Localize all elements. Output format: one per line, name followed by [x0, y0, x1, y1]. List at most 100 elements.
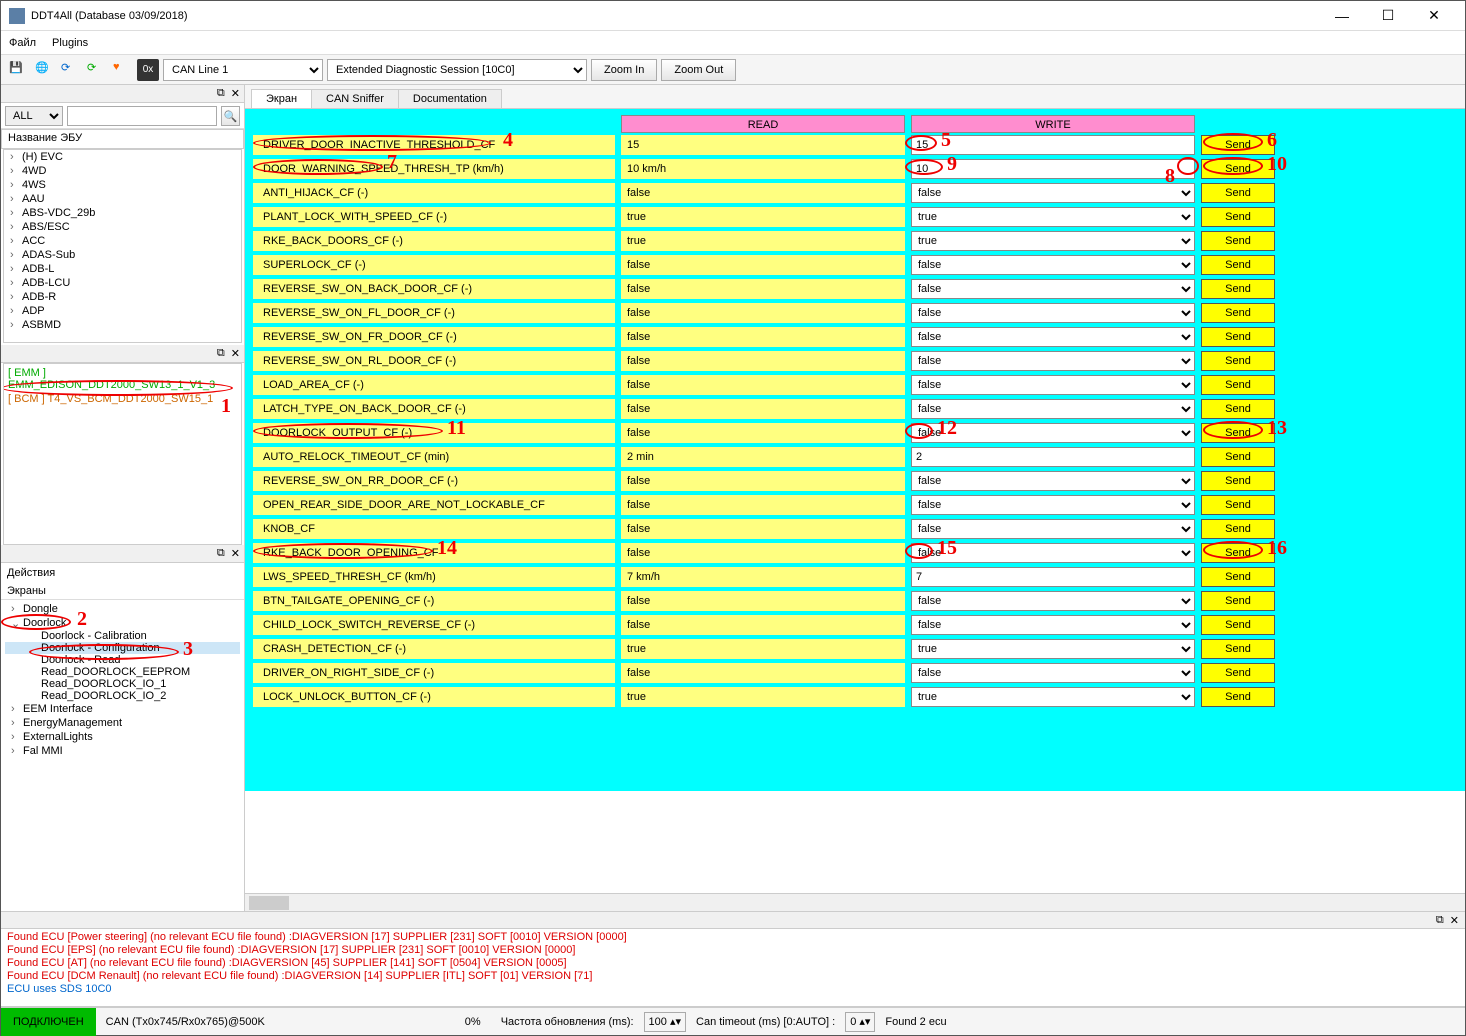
ecu-tree-item[interactable]: ADAS-Sub — [4, 248, 241, 262]
ecu-tree-item[interactable]: ABS/ESC — [4, 220, 241, 234]
globe-icon[interactable]: 🌐 — [33, 59, 55, 81]
param-write-select[interactable]: false — [911, 591, 1195, 611]
send-button[interactable]: Send — [1201, 351, 1275, 371]
param-write-select[interactable]: false — [911, 183, 1195, 203]
close-pane-icon[interactable]: ✕ — [1450, 914, 1459, 927]
send-button[interactable]: Send — [1201, 447, 1275, 467]
screen-tree[interactable]: DongleDoorlockDoorlock - CalibrationDoor… — [1, 599, 244, 911]
send-button[interactable]: Send — [1201, 687, 1275, 707]
screen-tree-child[interactable]: Read_DOORLOCK_IO_1 — [5, 678, 240, 690]
send-button[interactable]: Send — [1201, 639, 1275, 659]
param-write-select[interactable]: true — [911, 231, 1195, 251]
undock-icon[interactable]: ⧉ — [217, 547, 225, 560]
send-button[interactable]: Send — [1201, 567, 1275, 587]
minimize-button[interactable]: — — [1319, 1, 1365, 31]
save-icon[interactable]: 💾 — [7, 59, 29, 81]
ecu-tree-item[interactable]: ADP — [4, 304, 241, 318]
send-button[interactable]: Send — [1201, 471, 1275, 491]
hex-icon[interactable]: 0x — [137, 59, 159, 81]
can-line-select[interactable]: CAN Line 1 — [163, 59, 323, 81]
send-button[interactable]: Send — [1201, 543, 1275, 563]
param-write-select[interactable]: false — [911, 615, 1195, 635]
filter-input[interactable] — [67, 106, 217, 126]
tab-sniffer[interactable]: CAN Sniffer — [311, 89, 399, 108]
send-button[interactable]: Send — [1201, 495, 1275, 515]
timeout-spinner[interactable]: 0 ▴▾ — [845, 1012, 875, 1032]
param-write-select[interactable]: false — [911, 663, 1195, 683]
param-write-select[interactable]: false — [911, 519, 1195, 539]
param-write-select[interactable]: false — [911, 303, 1195, 323]
ecu-tree-item[interactable]: AAU — [4, 192, 241, 206]
log-box[interactable]: Found ECU [Power steering] (no relevant … — [1, 929, 1465, 1007]
ecu-tree-item[interactable]: ADB-R — [4, 290, 241, 304]
menu-plugins[interactable]: Plugins — [52, 37, 88, 49]
ecu-tree[interactable]: (H) EVC4WD4WSAAUABS-VDC_29bABS/ESCACCADA… — [3, 149, 242, 343]
ecu-file-list[interactable]: 1 [ EMM ] EMM_EDISON_DDT2000_SW13_1_V1_3… — [3, 363, 242, 545]
send-button[interactable]: Send — [1201, 663, 1275, 683]
ecu-tree-item[interactable]: (H) EVC — [4, 150, 241, 164]
screen-tree-item[interactable]: EnergyManagement — [5, 716, 240, 730]
zoom-out-button[interactable]: Zoom Out — [661, 59, 736, 81]
send-button[interactable]: Send — [1201, 375, 1275, 395]
send-button[interactable]: Send — [1201, 423, 1275, 443]
ecu-tree-item[interactable]: 4WS — [4, 178, 241, 192]
close-pane-icon[interactable]: ✕ — [231, 347, 240, 360]
tab-screen[interactable]: Экран — [251, 89, 312, 108]
screen-tree-child[interactable]: Doorlock - Calibration — [5, 630, 240, 642]
filter-select[interactable]: ALL — [5, 106, 63, 126]
refresh-spinner[interactable]: 100 ▴▾ — [644, 1012, 686, 1032]
send-button[interactable]: Send — [1201, 135, 1275, 155]
menu-file[interactable]: Файл — [9, 37, 36, 49]
heart-icon[interactable]: ♥ — [111, 59, 133, 81]
param-write-input[interactable] — [911, 567, 1195, 587]
close-button[interactable]: ✕ — [1411, 1, 1457, 31]
undock-icon[interactable]: ⧉ — [1436, 914, 1444, 927]
screen-tree-child[interactable]: Read_DOORLOCK_IO_2 — [5, 690, 240, 702]
send-button[interactable]: Send — [1201, 327, 1275, 347]
param-write-select[interactable]: false — [911, 255, 1195, 275]
undock-icon[interactable]: ⧉ — [217, 347, 225, 360]
refresh-blue-icon[interactable]: ⟳ — [59, 59, 81, 81]
screen-tree-child[interactable]: Doorlock - Configuration — [5, 642, 240, 654]
send-button[interactable]: Send — [1201, 519, 1275, 539]
send-button[interactable]: Send — [1201, 591, 1275, 611]
screen-tree-item[interactable]: ExternalLights — [5, 730, 240, 744]
search-button[interactable]: 🔍 — [221, 106, 240, 126]
screen-tree-item[interactable]: Fal MMI — [5, 744, 240, 758]
send-button[interactable]: Send — [1201, 207, 1275, 227]
screen-tree-item[interactable]: EEM Interface — [5, 702, 240, 716]
send-button[interactable]: Send — [1201, 159, 1275, 179]
ecu-tree-item[interactable]: ASBMD — [4, 318, 241, 332]
canvas-scroll[interactable]: READWRITEDRIVER_DOOR_INACTIVE_THRESHOLD_… — [245, 109, 1465, 893]
param-write-select[interactable]: false — [911, 471, 1195, 491]
ecu-tree-item[interactable]: 4WD — [4, 164, 241, 178]
close-pane-icon[interactable]: ✕ — [231, 87, 240, 100]
param-write-select[interactable]: false — [911, 375, 1195, 395]
refresh-green-icon[interactable]: ⟳ — [85, 59, 107, 81]
maximize-button[interactable]: ☐ — [1365, 1, 1411, 31]
screen-tree-child[interactable]: Read_DOORLOCK_EEPROM — [5, 666, 240, 678]
param-write-input[interactable] — [911, 135, 1195, 155]
send-button[interactable]: Send — [1201, 615, 1275, 635]
zoom-in-button[interactable]: Zoom In — [591, 59, 657, 81]
screen-tree-item[interactable]: Doorlock — [5, 616, 240, 630]
ecu-tree-item[interactable]: ABS-VDC_29b — [4, 206, 241, 220]
param-write-select[interactable]: false — [911, 327, 1195, 347]
param-write-select[interactable]: true — [911, 207, 1195, 227]
screen-tree-child[interactable]: Doorlock - Read — [5, 654, 240, 666]
session-select[interactable]: Extended Diagnostic Session [10C0] — [327, 59, 587, 81]
ecu-tree-item[interactable]: ADB-L — [4, 262, 241, 276]
send-button[interactable]: Send — [1201, 303, 1275, 323]
param-write-select[interactable]: false — [911, 351, 1195, 371]
send-button[interactable]: Send — [1201, 279, 1275, 299]
param-write-select[interactable]: true — [911, 639, 1195, 659]
send-button[interactable]: Send — [1201, 255, 1275, 275]
param-write-select[interactable]: false — [911, 399, 1195, 419]
send-button[interactable]: Send — [1201, 399, 1275, 419]
param-write-select[interactable]: false — [911, 279, 1195, 299]
ecu-file-item[interactable]: [ EMM ] EMM_EDISON_DDT2000_SW13_1_V1_3 — [6, 366, 239, 392]
param-write-select[interactable]: false — [911, 423, 1195, 443]
screen-tree-item[interactable]: Dongle — [5, 602, 240, 616]
undock-icon[interactable]: ⧉ — [217, 87, 225, 100]
ecu-tree-item[interactable]: ADB-LCU — [4, 276, 241, 290]
